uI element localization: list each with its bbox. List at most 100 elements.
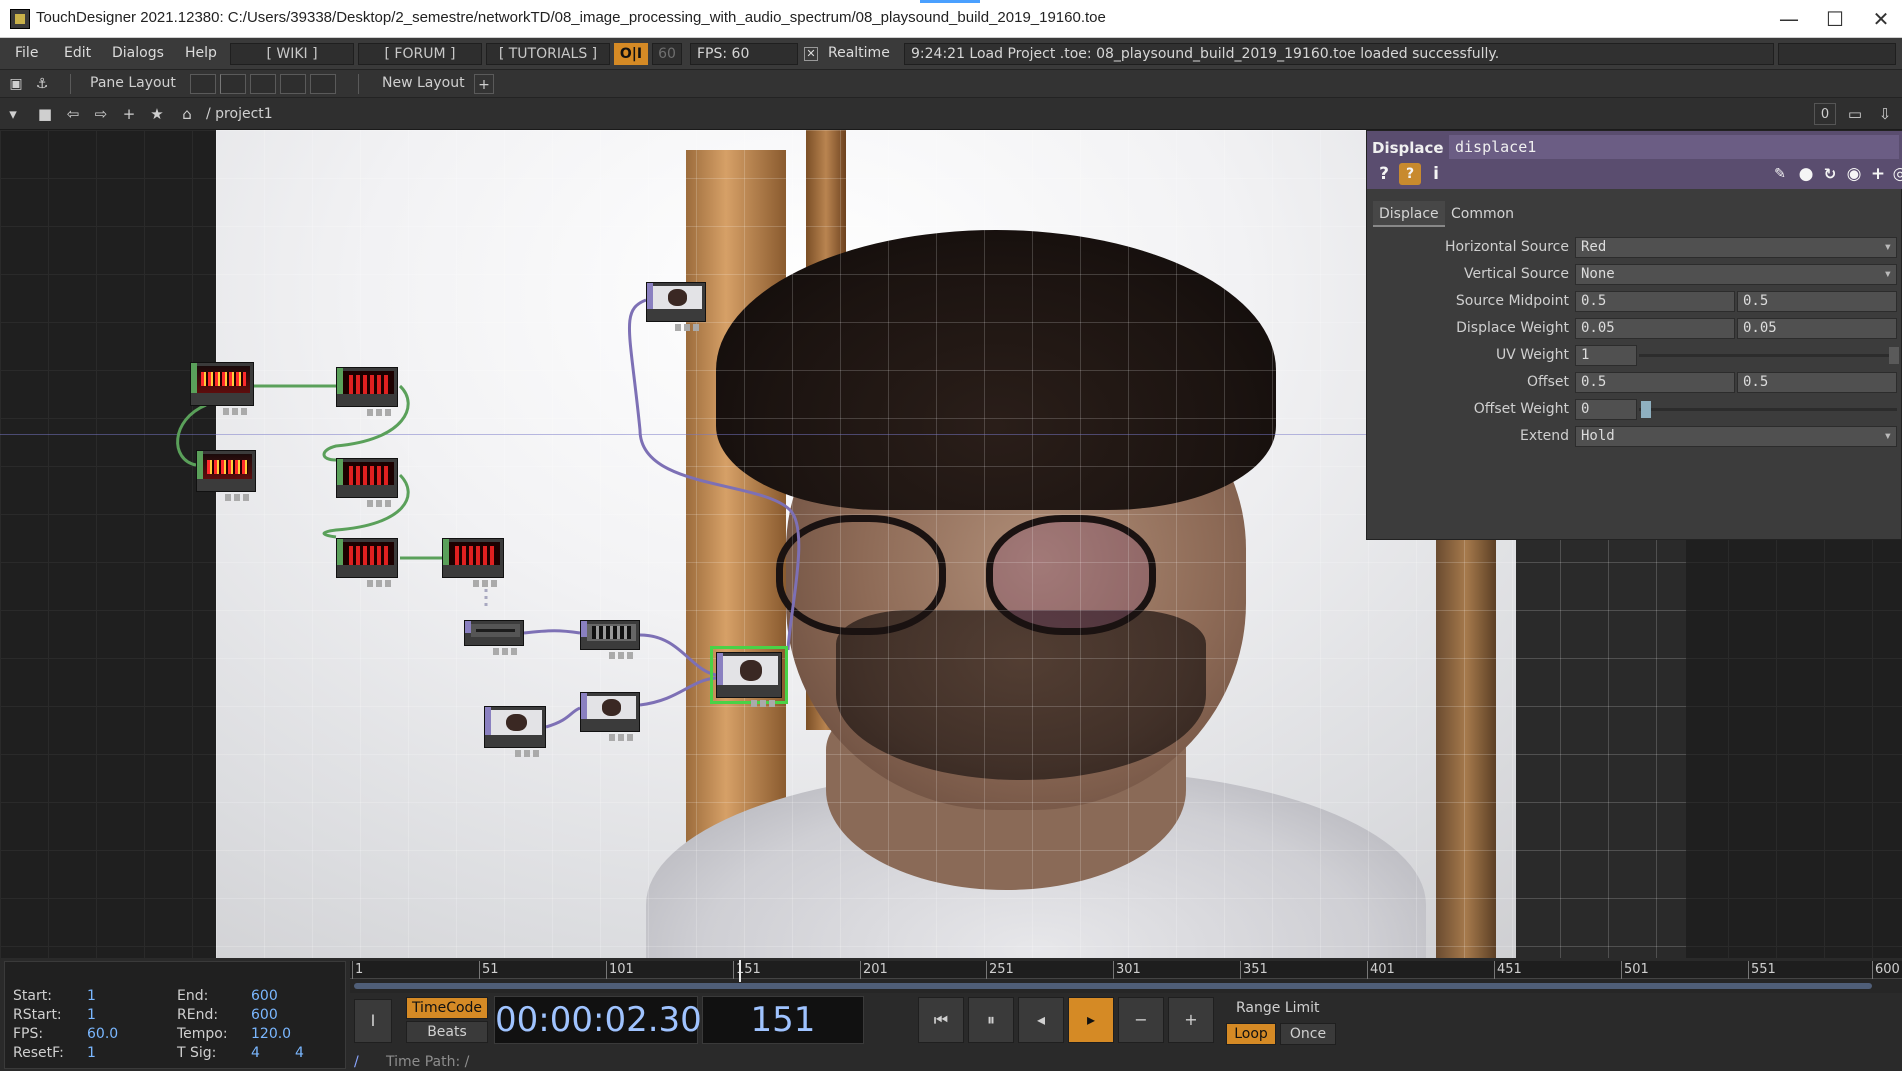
- menu-file[interactable]: File: [15, 45, 38, 61]
- videodevin-top-node[interactable]: [484, 706, 546, 757]
- webcam-null-top-node[interactable]: [646, 282, 706, 331]
- scrollbar-thumb[interactable]: [354, 983, 1872, 989]
- start-value[interactable]: 1: [87, 988, 96, 1004]
- bookmark-star-icon[interactable]: ★: [146, 103, 168, 125]
- timeline-settings-icon[interactable]: I: [354, 999, 392, 1043]
- timecode-button[interactable]: TimeCode: [406, 997, 488, 1019]
- help-icon[interactable]: ?: [1373, 163, 1395, 185]
- stop-icon[interactable]: ■: [34, 103, 56, 125]
- minimize-button[interactable]: —: [1766, 4, 1812, 34]
- add-parameter-icon[interactable]: +: [1867, 163, 1889, 185]
- offset-weight-slider-handle[interactable]: [1641, 401, 1651, 418]
- offset-x-field[interactable]: 0.5: [1575, 372, 1735, 393]
- menu-help[interactable]: Help: [185, 45, 217, 61]
- horizontal-source-dropdown[interactable]: Red: [1575, 237, 1897, 258]
- add-layout-button[interactable]: +: [474, 74, 494, 94]
- audio-spectrum-chop-node[interactable]: [190, 362, 254, 415]
- lag-chop-node[interactable]: [336, 538, 398, 587]
- realtime-checkbox[interactable]: ✕: [804, 47, 818, 61]
- filter-chop-node[interactable]: [336, 458, 398, 507]
- chop-to-top-node[interactable]: [580, 620, 640, 659]
- displace-weight-x-field[interactable]: 0.05: [1575, 318, 1735, 339]
- tab-displace[interactable]: Displace: [1373, 201, 1445, 227]
- add-icon[interactable]: +: [118, 103, 140, 125]
- node-flags[interactable]: [515, 750, 541, 757]
- node-flags[interactable]: [223, 408, 249, 415]
- tsig-denominator[interactable]: 4: [295, 1045, 304, 1061]
- source-midpoint-y-field[interactable]: 0.5: [1737, 291, 1897, 312]
- rend-value[interactable]: 600: [251, 1007, 278, 1023]
- maximize-pane-icon[interactable]: ▭: [1844, 103, 1866, 125]
- vertical-source-dropdown[interactable]: None: [1575, 264, 1897, 285]
- edit-pencil-icon[interactable]: ✎: [1769, 163, 1791, 185]
- node-flags[interactable]: [609, 734, 635, 741]
- rewind-button[interactable]: ⏮: [918, 997, 964, 1043]
- source-midpoint-x-field[interactable]: 0.5: [1575, 291, 1735, 312]
- layout-split-horizontal-button[interactable]: [250, 74, 276, 94]
- forward-icon[interactable]: ⇨: [90, 103, 112, 125]
- displace-weight-y-field[interactable]: 0.05: [1737, 318, 1897, 339]
- tutorials-button[interactable]: [ TUTORIALS ]: [486, 43, 610, 65]
- displace1-top-node[interactable]: [710, 646, 788, 707]
- uv-weight-field[interactable]: 1: [1575, 345, 1637, 366]
- time-path[interactable]: Time Path: /: [386, 1054, 469, 1070]
- rstart-value[interactable]: 1: [87, 1007, 96, 1023]
- extend-dropdown[interactable]: Hold: [1575, 426, 1897, 447]
- pane-menu-icon[interactable]: ▾: [2, 103, 24, 125]
- back-icon[interactable]: ⇦: [62, 103, 84, 125]
- tab-common[interactable]: Common: [1445, 201, 1520, 227]
- forum-button[interactable]: [ FORUM ]: [358, 43, 482, 65]
- tempo-value[interactable]: 120.0: [251, 1026, 291, 1042]
- node-flags[interactable]: [751, 700, 777, 707]
- ramp-top-node[interactable]: [464, 620, 524, 655]
- uv-weight-slider-handle[interactable]: [1889, 347, 1899, 364]
- play-button[interactable]: ▸: [1068, 997, 1114, 1043]
- audio-file-chop-node[interactable]: [196, 450, 256, 501]
- offset-weight-slider[interactable]: [1639, 408, 1897, 411]
- node-flags[interactable]: [675, 324, 701, 331]
- network-path[interactable]: / project1: [206, 106, 273, 122]
- once-button[interactable]: Once: [1280, 1023, 1336, 1045]
- layout-four-button[interactable]: [310, 74, 336, 94]
- layout-single-button[interactable]: [190, 74, 216, 94]
- resetf-value[interactable]: 1: [87, 1045, 96, 1061]
- menu-dialogs[interactable]: Dialogs: [112, 45, 164, 61]
- panel-view-icon[interactable]: ⚓: [32, 74, 52, 94]
- node-flags[interactable]: [473, 580, 499, 587]
- target-icon[interactable]: ◎: [1889, 163, 1902, 185]
- layout-three-button[interactable]: [280, 74, 306, 94]
- comment-icon[interactable]: ●: [1795, 163, 1817, 185]
- node-flags[interactable]: [493, 648, 519, 655]
- timecode-display[interactable]: 00:00:02.30: [494, 996, 702, 1044]
- offset-y-field[interactable]: 0.5: [1737, 372, 1897, 393]
- fps-limit-field[interactable]: 60: [652, 43, 682, 65]
- pause-button[interactable]: ⏸: [968, 997, 1014, 1043]
- maximize-button[interactable]: ☐: [1812, 4, 1858, 34]
- step-plus-button[interactable]: +: [1168, 997, 1214, 1043]
- tsig-numerator[interactable]: 4: [251, 1045, 260, 1061]
- node-flags[interactable]: [367, 409, 393, 416]
- uv-weight-slider[interactable]: [1639, 354, 1897, 357]
- reset-icon[interactable]: ↻: [1819, 163, 1841, 185]
- beats-button[interactable]: Beats: [406, 1021, 488, 1043]
- perform-mode-toggle[interactable]: O|I: [614, 43, 648, 65]
- math-chop-node[interactable]: [336, 367, 398, 416]
- node-flags[interactable]: [367, 580, 393, 587]
- offset-weight-field[interactable]: 0: [1575, 399, 1637, 420]
- pin-icon[interactable]: ⇩: [1874, 103, 1896, 125]
- python-help-icon[interactable]: ?: [1399, 163, 1421, 185]
- step-back-button[interactable]: ◂: [1018, 997, 1064, 1043]
- fps-value[interactable]: 60.0: [87, 1026, 118, 1042]
- node-flags[interactable]: [609, 652, 635, 659]
- frame-display[interactable]: 151: [702, 996, 864, 1044]
- layout-split-vertical-button[interactable]: [220, 74, 246, 94]
- timeline-playhead[interactable]: [739, 960, 741, 982]
- step-minus-button[interactable]: −: [1118, 997, 1164, 1043]
- timeline-scrollbar[interactable]: [350, 979, 1902, 993]
- node-flags[interactable]: [225, 494, 251, 501]
- loop-button[interactable]: Loop: [1226, 1023, 1276, 1045]
- menu-edit[interactable]: Edit: [64, 45, 91, 61]
- level-top-node[interactable]: [580, 692, 640, 741]
- timeline-ruler[interactable]: 1 51 101 151 201 251 301 351 401 451 501 551 600: [350, 961, 1902, 979]
- operator-name-field[interactable]: displace1: [1449, 135, 1899, 159]
